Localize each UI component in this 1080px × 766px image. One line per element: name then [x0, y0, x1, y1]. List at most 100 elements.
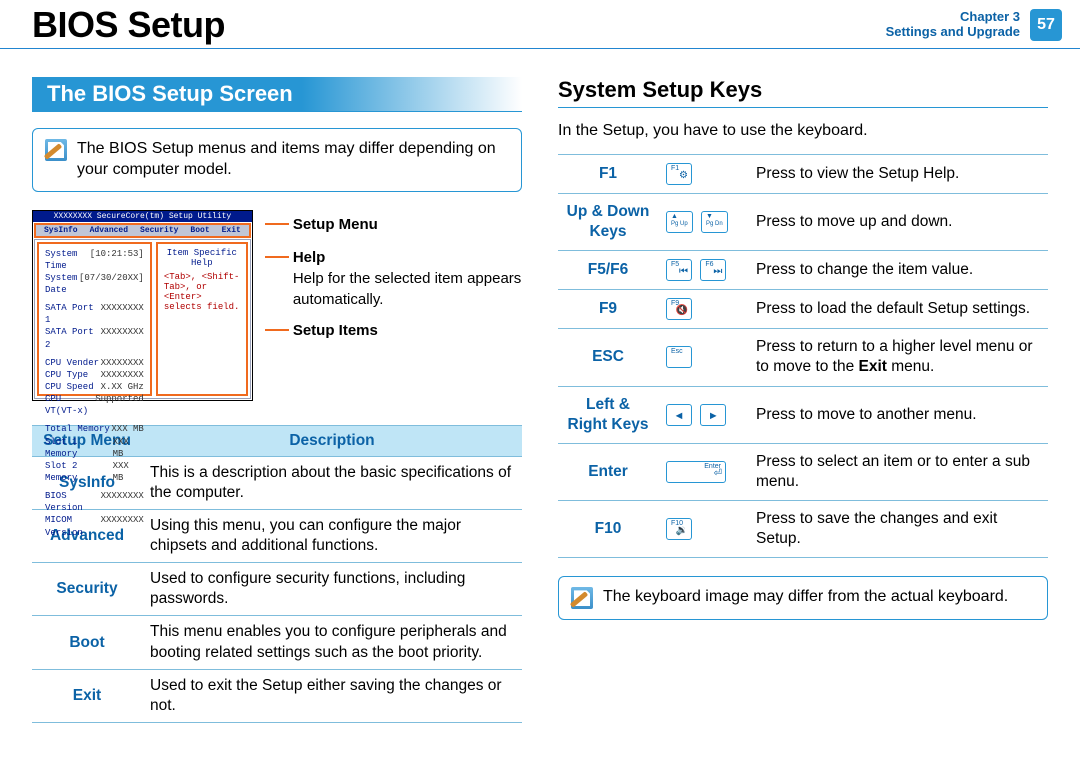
- bios-help-body: <Tab>, <Shift-Tab>, or <Enter> selects f…: [164, 272, 240, 312]
- keycap-pgup: ▲Pg Up: [666, 211, 693, 233]
- bios-menu-item: Advanced: [90, 226, 128, 235]
- bios-menu-item: Exit: [222, 226, 241, 235]
- key-desc: Press to view the Setup Help.: [748, 155, 1048, 194]
- keycap-f1: F1⚙: [666, 163, 692, 185]
- bios-row: System Date[07/30/20XX]: [45, 272, 144, 296]
- setup-menu-desc: Used to exit the Setup either saving the…: [142, 669, 522, 722]
- bios-row: SATA Port 2XXXXXXXX: [45, 326, 144, 350]
- bios-row: Slot 2 MemoryXXX MB: [45, 460, 144, 484]
- key-desc: Press to move up and down.: [748, 194, 1048, 251]
- table-row: Left & Right Keys ◄ ► Press to move to a…: [558, 386, 1048, 443]
- table-row: SecurityUsed to configure security funct…: [32, 563, 522, 616]
- key-desc: Press to load the default Setup settings…: [748, 290, 1048, 329]
- table-row: BootThis menu enables you to configure p…: [32, 616, 522, 669]
- key-label: F9: [558, 290, 658, 329]
- key-icons: ◄ ►: [658, 386, 748, 443]
- note-box-bios-differ: The BIOS Setup menus and items may diffe…: [32, 128, 522, 192]
- page-title: BIOS Setup: [32, 4, 225, 46]
- bios-row: CPU SpeedX.XX GHz: [45, 381, 144, 393]
- callout-setup-items: Setup Items: [293, 320, 378, 341]
- right-column: System Setup Keys In the Setup, you have…: [558, 77, 1048, 723]
- bios-help-title: Item Specific Help: [164, 248, 240, 268]
- table-row: F5/F6 F5⏮ F6⏭ Press to change the item v…: [558, 251, 1048, 290]
- keycap-right: ►: [700, 404, 726, 426]
- bios-screen-mock: XXXXXXXX SecureCore(tm) Setup Utility Sy…: [32, 210, 253, 401]
- setup-menu-desc: This menu enables you to configure perip…: [142, 616, 522, 669]
- note-box-keyboard-differ: The keyboard image may differ from the a…: [558, 576, 1048, 620]
- note-text: The BIOS Setup menus and items may diffe…: [77, 139, 509, 181]
- key-icons: F1⚙: [658, 155, 748, 194]
- table-row: F1 F1⚙ Press to view the Setup Help.: [558, 155, 1048, 194]
- bios-menu-item: SysInfo: [44, 226, 78, 235]
- bios-row: System Time[10:21:53]: [45, 248, 144, 272]
- key-desc: Press to select an item or to enter a su…: [748, 443, 1048, 500]
- key-label: F1: [558, 155, 658, 194]
- chapter-info: Chapter 3 Settings and Upgrade: [886, 10, 1020, 40]
- key-icons: Esc: [658, 329, 748, 386]
- keycap-pgdn: ▼Pg Dn: [701, 211, 728, 233]
- key-desc: Press to move to another menu.: [748, 386, 1048, 443]
- bios-row: BIOS VersionXXXXXXXX: [45, 490, 144, 514]
- note-icon: [45, 139, 67, 161]
- callout-help-body: Help for the selected item appears autom…: [293, 268, 522, 310]
- bios-row: Total MemoryXXX MB: [45, 423, 144, 435]
- bios-menu-bar: SysInfo Advanced Security Boot Exit: [34, 223, 251, 238]
- keycap-f6: F6⏭: [700, 259, 726, 281]
- section-heading-setup-keys: System Setup Keys: [558, 77, 1048, 108]
- table-row: Enter Enter⏎ Press to select an item or …: [558, 443, 1048, 500]
- setup-menu-desc: Using this menu, you can configure the m…: [142, 509, 522, 562]
- bios-row: CPU VT(VT-x)Supported: [45, 393, 144, 417]
- note-icon: [571, 587, 593, 609]
- bios-menu-item: Security: [140, 226, 178, 235]
- table-row: ExitUsed to exit the Setup either saving…: [32, 669, 522, 722]
- setup-menu-name: Exit: [32, 669, 142, 722]
- key-desc: Press to change the item value.: [748, 251, 1048, 290]
- chapter-line2: Settings and Upgrade: [886, 25, 1020, 40]
- bios-row: Slot 1 MemoryXXX MB: [45, 436, 144, 460]
- setup-menu-desc: Used to configure security functions, in…: [142, 563, 522, 616]
- key-label: Up & Down Keys: [558, 194, 658, 251]
- key-icons: F10🔉: [658, 501, 748, 558]
- bios-callouts: Setup Menu Help Help for the selected it…: [265, 210, 522, 401]
- keycap-esc: Esc: [666, 346, 692, 368]
- key-label: ESC: [558, 329, 658, 386]
- key-desc: Press to return to a higher level menu o…: [748, 329, 1048, 386]
- key-icons: F5⏮ F6⏭: [658, 251, 748, 290]
- setup-table-header-desc: Description: [142, 425, 522, 456]
- keycap-left: ◄: [666, 404, 692, 426]
- page-number-badge: 57: [1030, 9, 1062, 41]
- bios-row: MICOM VersionXXXXXXXX: [45, 514, 144, 538]
- chapter-line1: Chapter 3: [886, 10, 1020, 25]
- key-desc: Press to save the changes and exit Setup…: [748, 501, 1048, 558]
- left-column: The BIOS Setup Screen The BIOS Setup men…: [32, 77, 522, 723]
- key-icons: F9🔇: [658, 290, 748, 329]
- bios-titlebar: XXXXXXXX SecureCore(tm) Setup Utility: [33, 211, 252, 222]
- table-row: Up & Down Keys ▲Pg Up ▼Pg Dn Press to mo…: [558, 194, 1048, 251]
- table-row: F9 F9🔇 Press to load the default Setup s…: [558, 290, 1048, 329]
- key-label: F10: [558, 501, 658, 558]
- callout-help-title: Help: [293, 247, 326, 268]
- keycap-enter: Enter⏎: [666, 461, 726, 483]
- note-text: The keyboard image may differ from the a…: [603, 587, 1035, 608]
- setup-menu-name: Boot: [32, 616, 142, 669]
- page-header: BIOS Setup Chapter 3 Settings and Upgrad…: [0, 0, 1080, 49]
- setup-menu-desc: This is a description about the basic sp…: [142, 456, 522, 509]
- keycap-f10: F10🔉: [666, 518, 692, 540]
- keycap-f5: F5⏮: [666, 259, 692, 281]
- key-label: Enter: [558, 443, 658, 500]
- bios-row: SATA Port 1XXXXXXXX: [45, 302, 144, 326]
- bios-items-pane: System Time[10:21:53]System Date[07/30/2…: [37, 242, 152, 396]
- bios-menu-item: Boot: [190, 226, 209, 235]
- setup-keys-table: F1 F1⚙ Press to view the Setup Help. Up …: [558, 154, 1048, 558]
- key-label: Left & Right Keys: [558, 386, 658, 443]
- bios-row: CPU VenderXXXXXXXX: [45, 357, 144, 369]
- bios-row: CPU TypeXXXXXXXX: [45, 369, 144, 381]
- setup-menu-name: Security: [32, 563, 142, 616]
- bios-help-pane: Item Specific Help <Tab>, <Shift-Tab>, o…: [156, 242, 248, 396]
- section-heading-bios-screen: The BIOS Setup Screen: [32, 77, 522, 112]
- callout-setup-menu: Setup Menu: [293, 214, 378, 235]
- keycap-f9: F9🔇: [666, 298, 692, 320]
- key-icons: ▲Pg Up ▼Pg Dn: [658, 194, 748, 251]
- table-row: F10 F10🔉 Press to save the changes and e…: [558, 501, 1048, 558]
- key-label: F5/F6: [558, 251, 658, 290]
